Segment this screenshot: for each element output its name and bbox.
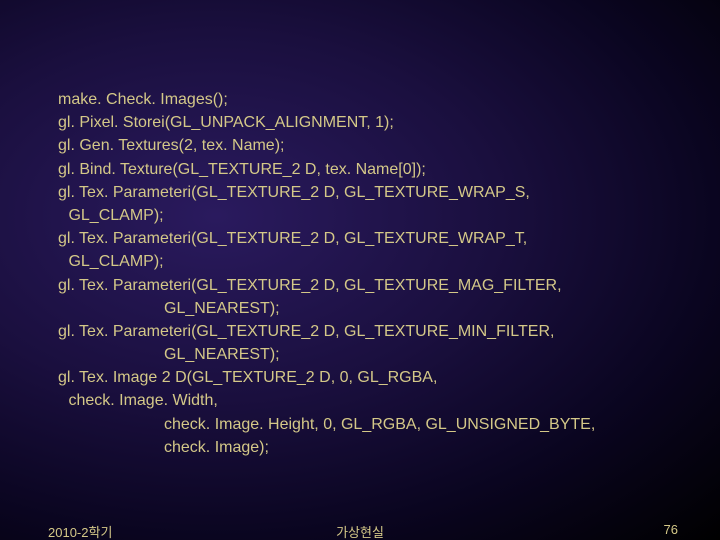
code-block: make. Check. Images(); gl. Pixel. Storei… <box>58 88 680 459</box>
code-line: gl. Tex. Parameteri(GL_TEXTURE_2 D, GL_T… <box>58 320 680 343</box>
code-line: gl. Tex. Parameteri(GL_TEXTURE_2 D, GL_T… <box>58 227 680 250</box>
code-line: make. Check. Images(); <box>58 88 680 111</box>
code-line: GL_NEAREST); <box>58 297 680 320</box>
code-line: gl. Pixel. Storei(GL_UNPACK_ALIGNMENT, 1… <box>58 111 680 134</box>
code-line: gl. Gen. Textures(2, tex. Name); <box>58 134 680 157</box>
slide-number: 76 <box>664 522 678 537</box>
footer-title: 가상현실 <box>336 522 384 540</box>
code-line: gl. Bind. Texture(GL_TEXTURE_2 D, tex. N… <box>58 158 680 181</box>
code-line: check. Image. Width, <box>58 389 680 412</box>
code-line: gl. Tex. Parameteri(GL_TEXTURE_2 D, GL_T… <box>58 274 680 297</box>
code-line: gl. Tex. Parameteri(GL_TEXTURE_2 D, GL_T… <box>58 181 680 204</box>
code-line: check. Image. Height, 0, GL_RGBA, GL_UNS… <box>58 413 680 436</box>
code-line: GL_NEAREST); <box>58 343 680 366</box>
code-line: GL_CLAMP); <box>58 250 680 273</box>
code-line: gl. Tex. Image 2 D(GL_TEXTURE_2 D, 0, GL… <box>58 366 680 389</box>
code-line: check. Image); <box>58 436 680 459</box>
code-line: GL_CLAMP); <box>58 204 680 227</box>
footer-semester: 2010-2학기 <box>48 522 112 540</box>
